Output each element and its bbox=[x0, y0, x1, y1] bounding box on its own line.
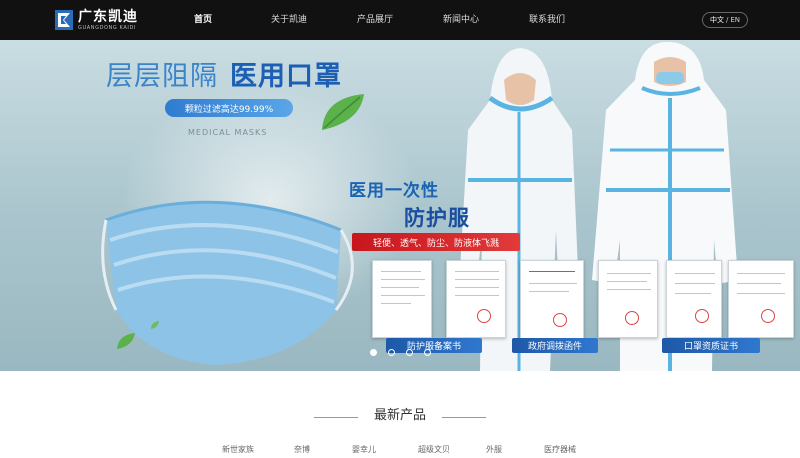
section-title: 最新产品 bbox=[373, 408, 426, 423]
certificate-document bbox=[372, 260, 432, 338]
nav-about[interactable]: 关于凯迪 bbox=[246, 0, 332, 40]
product-category-tabs: 新世家族 奈博 婴幸儿 超级文贝 外服 医疗器械 bbox=[0, 444, 800, 458]
suit-features-badge: 轻便、透气、防尘、防液体飞溅 bbox=[352, 233, 520, 251]
category-tab[interactable]: 新世家族 bbox=[222, 444, 254, 455]
nav-home[interactable]: 首页 bbox=[160, 0, 246, 40]
slogan-part-a: 层层阻隔 bbox=[106, 61, 218, 92]
lang-english[interactable]: EN bbox=[730, 16, 740, 24]
certificate-document bbox=[728, 260, 794, 338]
leaf-icon bbox=[151, 321, 159, 329]
nav-contact[interactable]: 联系我们 bbox=[504, 0, 590, 40]
logo-name: 广东凯迪 bbox=[78, 8, 138, 25]
hero-banner[interactable]: 层层阻隔 医用口罩 颗粒过滤高达99.99% MEDICAL MASKS 医用一次… bbox=[0, 40, 800, 371]
slogan-part-b: 医用口罩 bbox=[230, 61, 342, 92]
caption-mask-certificate: 口罩资质证书 bbox=[662, 338, 760, 353]
hero-slogan: 层层阻隔 医用口罩 bbox=[106, 54, 342, 93]
category-tab[interactable]: 医疗器械 bbox=[544, 444, 576, 455]
nav-products[interactable]: 产品展厅 bbox=[332, 0, 418, 40]
suit-title-line1: 医用一次性 bbox=[349, 181, 439, 201]
suit-title-line2: 防护服 bbox=[404, 206, 470, 230]
lang-chinese[interactable]: 中文 bbox=[710, 15, 724, 25]
slide-dot[interactable] bbox=[388, 349, 395, 356]
main-nav: 首页 关于凯迪 产品展厅 新闻中心 联系我们 bbox=[160, 0, 590, 40]
top-navbar: 广东凯迪 GUANGDONG KAIDI 首页 关于凯迪 产品展厅 新闻中心 联… bbox=[0, 0, 800, 40]
nav-news[interactable]: 新闻中心 bbox=[418, 0, 504, 40]
lang-separator: / bbox=[725, 16, 729, 24]
slide-indicators bbox=[370, 349, 431, 356]
certificate-document bbox=[520, 260, 584, 340]
category-tab[interactable]: 超级文贝 bbox=[418, 444, 450, 455]
leaf-icon bbox=[322, 94, 364, 130]
latest-products-header: 最新产品 bbox=[0, 404, 800, 424]
category-tab[interactable]: 奈博 bbox=[294, 444, 310, 455]
category-tab[interactable]: 婴幸儿 bbox=[352, 444, 376, 455]
certificate-document bbox=[666, 260, 722, 338]
title-divider-right bbox=[442, 417, 486, 418]
leaf-icon bbox=[117, 333, 135, 349]
certificate-document bbox=[446, 260, 506, 338]
slide-dot[interactable] bbox=[424, 349, 431, 356]
certificate-document bbox=[598, 260, 658, 338]
language-switch: 中文 / EN bbox=[702, 12, 748, 28]
caption-government-letter: 政府调拨函件 bbox=[512, 338, 598, 353]
logo-name-en: GUANGDONG KAIDI bbox=[78, 24, 136, 31]
filter-rate-badge: 颗粒过滤高达99.99% bbox=[165, 99, 293, 117]
logo-icon bbox=[55, 10, 73, 30]
logo[interactable]: 广东凯迪 GUANGDONG KAIDI bbox=[54, 7, 138, 33]
category-tab[interactable]: 外服 bbox=[486, 444, 502, 455]
slide-dot[interactable] bbox=[406, 349, 413, 356]
medical-masks-label: MEDICAL MASKS bbox=[188, 128, 268, 137]
slide-dot[interactable] bbox=[370, 349, 377, 356]
